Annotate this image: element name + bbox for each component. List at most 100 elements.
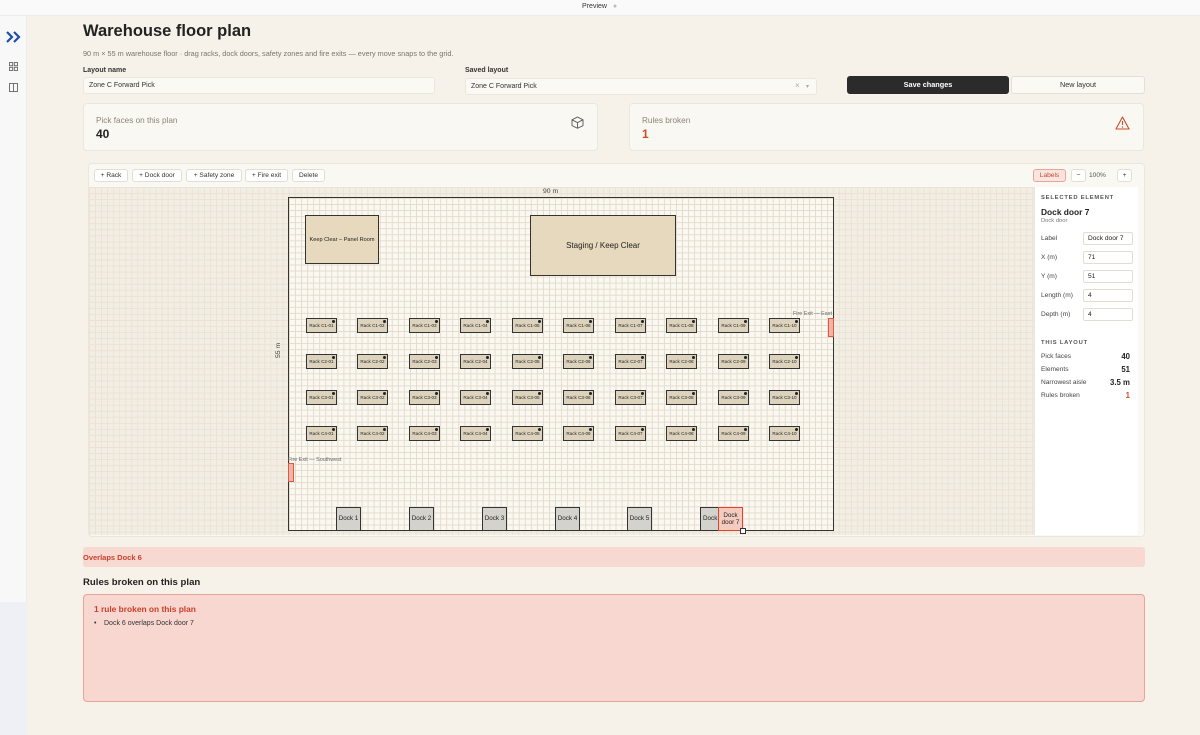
dock-door[interactable]: Dock 5	[627, 507, 652, 531]
rack[interactable]: Rack C2-02	[357, 354, 388, 369]
labels-toggle[interactable]: Labels	[1033, 169, 1066, 182]
fire-exit-east-label: Fire Exit — East	[793, 311, 832, 317]
window-title: Preview	[582, 3, 607, 10]
saved-layout-select[interactable]: Zone C Forward Pick	[465, 78, 817, 95]
pick-faces-stat-value: 40	[1121, 352, 1130, 361]
length-field-label: Length (m)	[1041, 292, 1073, 299]
rack[interactable]: Rack C1-03	[409, 318, 440, 333]
rack[interactable]: Rack C2-01	[306, 354, 337, 369]
depth-field-label: Depth (m)	[1041, 311, 1071, 318]
label-field-label: Label	[1041, 235, 1058, 242]
rack[interactable]: Rack C2-04	[460, 354, 491, 369]
safety-zone-panel-room[interactable]: Keep Clear – Panel Room	[305, 215, 379, 264]
rules-broken-card: Rules broken 1	[629, 103, 1144, 151]
rack[interactable]: Rack C1-01	[306, 318, 337, 333]
rules-panel: 1 rule broken on this plan Dock 6 overla…	[83, 594, 1145, 702]
rack[interactable]: Rack C3-02	[357, 390, 388, 405]
rack[interactable]: Rack C4-06	[563, 426, 594, 441]
rack[interactable]: Rack C1-07	[615, 318, 646, 333]
rack[interactable]: Rack C1-04	[460, 318, 491, 333]
zoom-out-button[interactable]: −	[1071, 169, 1086, 182]
add-safety-zone-button[interactable]: + Safety zone	[186, 169, 242, 182]
rack[interactable]: Rack C2-07	[615, 354, 646, 369]
dock-door[interactable]: Dock 1	[336, 507, 361, 531]
rack[interactable]: Rack C3-05	[512, 390, 543, 405]
rack[interactable]: Rack C2-09	[718, 354, 749, 369]
book-icon[interactable]	[9, 83, 18, 92]
rules-heading: Rules broken on this plan	[83, 577, 201, 588]
rack[interactable]: Rack C3-03	[409, 390, 440, 405]
box-icon	[571, 116, 584, 129]
rack[interactable]: Rack C2-03	[409, 354, 440, 369]
resize-handle[interactable]	[740, 528, 746, 534]
fire-exit-east[interactable]	[828, 318, 834, 337]
rack[interactable]: Rack C3-06	[563, 390, 594, 405]
dock-door[interactable]: Dock 2	[409, 507, 434, 531]
rack[interactable]: Rack C2-05	[512, 354, 543, 369]
y-field-input[interactable]: 51	[1083, 270, 1133, 283]
zoom-level: 100%	[1089, 172, 1106, 179]
rules-count: 1 rule broken on this plan	[94, 604, 196, 614]
rack[interactable]: Rack C4-09	[718, 426, 749, 441]
rack[interactable]: Rack C1-08	[666, 318, 697, 333]
clear-selection-icon[interactable]: ×	[795, 81, 800, 90]
save-changes-button[interactable]: Save changes	[847, 76, 1009, 94]
rack[interactable]: Rack C2-06	[563, 354, 594, 369]
rack[interactable]: Rack C1-06	[563, 318, 594, 333]
grid-icon[interactable]	[9, 62, 18, 71]
label-field-input[interactable]: Dock door 7	[1083, 232, 1133, 245]
depth-field-input[interactable]: 4	[1083, 308, 1133, 321]
dock-door[interactable]: Dock 4	[555, 507, 580, 531]
elements-stat-label: Elements	[1041, 366, 1069, 373]
add-dock-door-button[interactable]: + Dock door	[132, 169, 182, 182]
this-layout-heading: THIS LAYOUT	[1041, 340, 1088, 346]
rack[interactable]: Rack C4-10	[769, 426, 800, 441]
rack[interactable]: Rack C4-02	[357, 426, 388, 441]
add-rack-button[interactable]: + Rack	[94, 169, 128, 182]
elements-stat-value: 51	[1121, 365, 1130, 374]
length-field-input[interactable]: 4	[1083, 289, 1133, 302]
window-title-wrap: Preview ●	[0, 3, 1200, 10]
x-field-input[interactable]: 71	[1083, 251, 1133, 264]
rack[interactable]: Rack C3-01	[306, 390, 337, 405]
fire-exit-southwest[interactable]	[288, 463, 294, 482]
rack[interactable]: Rack C2-10	[769, 354, 800, 369]
chevron-down-icon[interactable]: ▾	[806, 83, 809, 90]
rack[interactable]: Rack C3-09	[718, 390, 749, 405]
rack[interactable]: Rack C3-04	[460, 390, 491, 405]
new-layout-button[interactable]: New layout	[1011, 76, 1145, 94]
add-fire-exit-button[interactable]: + Fire exit	[245, 169, 288, 182]
rack[interactable]: Rack C4-03	[409, 426, 440, 441]
rack[interactable]: Rack C2-08	[666, 354, 697, 369]
zoom-in-button[interactable]: +	[1117, 169, 1132, 182]
rules-broken-card-value: 1	[642, 127, 649, 141]
rules-stat-label: Rules broken	[1041, 392, 1080, 399]
pick-faces-card-label: Pick faces on this plan	[96, 116, 178, 125]
window-titlebar: Preview ●	[0, 0, 1200, 16]
rail-footer	[0, 602, 27, 735]
rack[interactable]: Rack C1-02	[357, 318, 388, 333]
selected-element-name: Dock door 7	[1041, 207, 1090, 217]
layout-name-input[interactable]: Zone C Forward Pick	[83, 77, 435, 94]
rack[interactable]: Rack C3-07	[615, 390, 646, 405]
window-status-icon: ●	[612, 3, 618, 11]
height-dimension: 55 m	[275, 342, 282, 358]
rules-stat-value: 1	[1125, 391, 1130, 400]
inspector-panel: SELECTED ELEMENT Dock door 7 Dock door L…	[1034, 187, 1138, 535]
rack[interactable]: Rack C3-08	[666, 390, 697, 405]
rack[interactable]: Rack C4-08	[666, 426, 697, 441]
rack[interactable]: Rack C4-04	[460, 426, 491, 441]
overlap-alert-text: Overlaps Dock 6	[83, 553, 142, 562]
rack[interactable]: Rack C1-09	[718, 318, 749, 333]
pick-faces-card: Pick faces on this plan 40	[83, 103, 598, 151]
rack[interactable]: Rack C1-05	[512, 318, 543, 333]
rack[interactable]: Rack C4-05	[512, 426, 543, 441]
rack[interactable]: Rack C1-10	[769, 318, 800, 333]
rack[interactable]: Rack C4-07	[615, 426, 646, 441]
rack[interactable]: Rack C3-10	[769, 390, 800, 405]
rack[interactable]: Rack C4-01	[306, 426, 337, 441]
delete-button[interactable]: Delete	[292, 169, 325, 182]
safety-zone-staging[interactable]: Staging / Keep Clear	[530, 215, 676, 276]
left-rail	[0, 16, 27, 735]
dock-door[interactable]: Dock 3	[482, 507, 507, 531]
